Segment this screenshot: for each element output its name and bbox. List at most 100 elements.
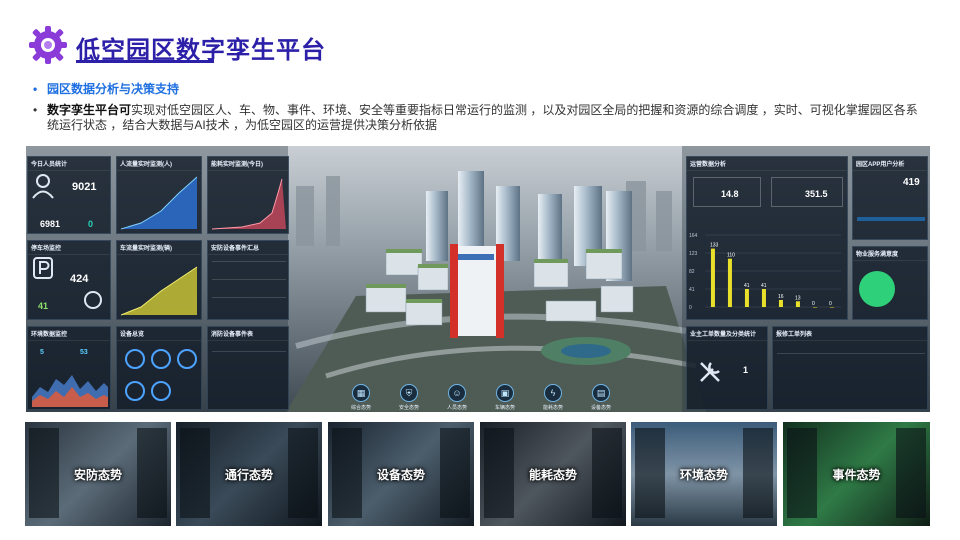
thumbnail-1[interactable]: 安防态势 [25,422,171,526]
person-icon [32,174,54,199]
ops-bar-label: 0 [812,301,815,307]
thumbnail-label: 能耗态势 [528,468,577,482]
people-flow-panel: 人流量实时监测(人) [116,156,202,234]
thumbnail-2[interactable]: 通行态势 [176,422,322,526]
nav-item-label: 车辆态势 [494,405,515,411]
nav-item-3[interactable]: ☺ 人员态势 [437,384,477,411]
ops-bar [727,258,732,307]
environment-area-chart [32,375,108,407]
panel-title: 车流量实时监测(辆) [117,241,201,255]
ops-bar [710,248,715,307]
gear-logo-icon [29,26,67,64]
device-ring-3 [177,349,197,369]
thumbnail-5[interactable]: 环境态势 [631,422,777,526]
title-underline [76,60,214,63]
digital-twin-dashboard: 今日人员统计 9021 6981 0 停车场监控 424 41 环境数据监控 5… [26,146,930,412]
desc-rest: 实现对低空园区人、车、物、事件、环境、安全等重要指标日常运行的监测 ，以及对园区… [47,103,918,132]
nav-item-1[interactable]: ▦ 综合态势 [341,384,381,411]
ops-value-1: 14.8 [721,189,739,199]
temperature-value: 5 [40,349,44,356]
parking-sub-value: 41 [38,301,49,311]
shield-icon: ⛨ [400,384,418,402]
people-flow-chart [121,176,198,230]
thumbnail-label: 安防态势 [73,468,122,482]
panel-title: 环境数据监控 [28,327,110,341]
panel-title: 业主工单数量及分类统计 [687,327,767,341]
ops-bar [761,289,766,307]
thumbnail-6[interactable]: 事件态势 [783,422,930,526]
ops-bar-label: 133 [710,243,719,249]
people-sub-value: 6981 [40,219,61,229]
ops-analysis-panel: 运营数据分析 14.8 351.5 164 123 82 41 0 133 110 41 41 1… [686,156,848,320]
vehicle-flow-chart [121,266,198,316]
vehicle-flow-panel: 车流量实时监测(辆) [116,240,202,320]
nav-item-4[interactable]: ▣ 车辆态势 [485,384,525,411]
row-divider [212,297,286,298]
device-ring-5 [151,381,171,401]
panel-title: 安防设备事件汇总 [208,241,288,255]
device-ring-1 [125,349,145,369]
ops-bar [795,301,800,307]
property-satisfaction-panel: 物业服务满意度 [852,246,928,320]
row-divider [212,351,286,352]
panel-title: 消防设备事件表 [208,327,288,341]
ops-bar [778,299,783,307]
grid-icon: ▦ [352,384,370,402]
car-icon: ▣ [496,384,514,402]
panel-title: 园区APP用户分析 [853,157,927,171]
y-tick-label: 41 [689,287,695,293]
nav-item-label: 安全态势 [398,405,419,411]
workorder-value: 1 [743,365,749,375]
row-divider [777,353,925,354]
ops-bar [829,307,834,308]
repair-list-panel: 报修工单列表 [772,326,928,410]
panel-title: 人流量实时监测(人) [117,157,201,171]
ops-bar [812,307,817,308]
energy-panel: 能耗实时监测(今日) [207,156,289,234]
parking-gauge [84,291,102,309]
ops-value-2: 351.5 [805,189,828,199]
person-icon: ☺ [448,384,466,402]
thumbnail-label: 事件态势 [832,468,881,482]
panel-title: 运营数据分析 [687,157,847,171]
nav-item-2[interactable]: ⛨ 安全态势 [389,384,429,411]
parking-panel: 停车场监控 424 41 [27,240,111,320]
thumbnail-label: 环境态势 [679,468,728,482]
panel-title: 今日人员统计 [28,157,110,171]
thumbnail-label: 通行态势 [224,468,273,482]
ops-bar-label: 13 [795,295,801,301]
y-tick-label: 123 [689,251,698,257]
today-people-panel: 今日人员统计 9021 6981 0 [27,156,111,234]
ops-bar-chart: 164 123 82 41 0 133 110 41 41 16 13 0 0 [689,233,841,311]
bolt-icon: ϟ [544,384,562,402]
ops-bar-label: 16 [778,294,784,300]
nav-item-5[interactable]: ϟ 能耗态势 [533,384,573,411]
ops-bar [744,289,749,307]
fire-events-panel: 消防设备事件表 [207,326,289,410]
security-events-panel: 安防设备事件汇总 [207,240,289,320]
satisfaction-donut [859,271,895,307]
thumbnail-3[interactable]: 设备态势 [328,422,474,526]
row-divider [212,279,286,280]
parking-value: 424 [70,273,89,285]
thumbnail-4[interactable]: 能耗态势 [480,422,626,526]
device-icon: ▤ [592,384,610,402]
devices-panel: 设备总览 [116,326,202,410]
app-users-panel: 园区APP用户分析 419 [852,156,928,240]
panel-title: 报修工单列表 [773,327,927,341]
app-users-bar [857,217,925,221]
nav-item-label: 综合态势 [350,405,371,411]
panel-title: 物业服务满意度 [853,247,927,261]
bullet-description: 数字孪生平台可实现对低空园区人、车、物、事件、环境、安全等重要指标日常运行的监测… [33,103,923,133]
nav-item-label: 能耗态势 [542,405,563,411]
ops-bar-label: 41 [744,283,750,289]
ops-bar-label: 41 [761,283,767,289]
scene-nav-bar: ▦ 综合态势 ⛨ 安全态势 ☺ 人员态势 ▣ 车辆态势 ϟ 能耗态势 ▤ 设备态势 [341,384,621,412]
parking-icon [33,257,53,279]
nav-item-label: 人员态势 [446,405,467,411]
device-ring-4 [125,381,145,401]
y-tick-label: 82 [689,269,695,275]
app-users-value: 419 [903,177,920,188]
nav-item-6[interactable]: ▤ 设备态势 [581,384,621,411]
y-tick-label: 164 [689,233,698,239]
